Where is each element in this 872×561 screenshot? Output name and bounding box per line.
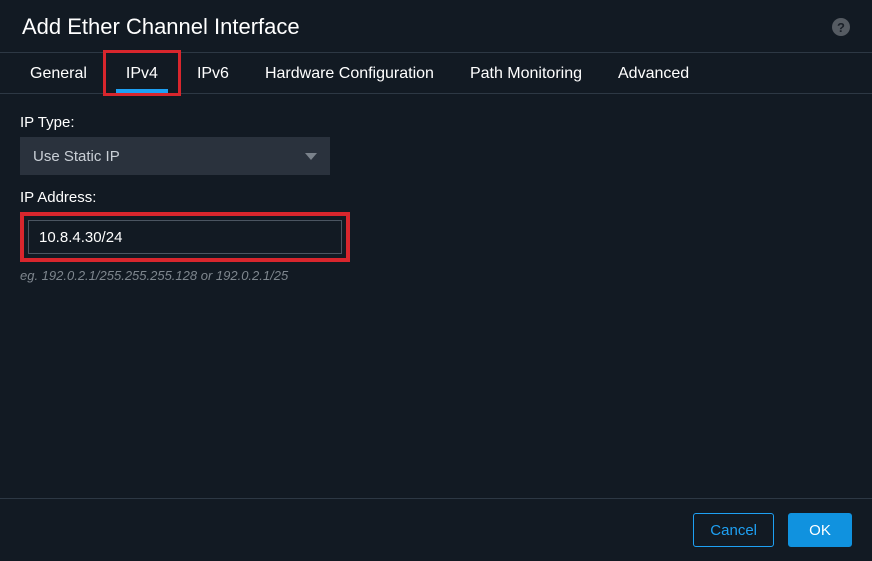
chevron-down-icon bbox=[305, 153, 317, 160]
ip-address-input[interactable] bbox=[28, 220, 342, 254]
dialog: Add Ether Channel Interface ? General IP… bbox=[0, 0, 872, 561]
ip-address-label: IP Address: bbox=[20, 189, 852, 206]
tab-advanced[interactable]: Advanced bbox=[600, 53, 707, 93]
tab-content: IP Type: Use Static IP IP Address: eg. 1… bbox=[0, 94, 872, 498]
tab-bar: General IPv4 IPv6 Hardware Configuration… bbox=[0, 52, 872, 94]
ip-type-value: Use Static IP bbox=[33, 148, 120, 165]
ip-type-select[interactable]: Use Static IP bbox=[20, 137, 330, 175]
field-ip-type: IP Type: Use Static IP bbox=[20, 114, 852, 175]
dialog-header: Add Ether Channel Interface ? bbox=[0, 0, 872, 52]
ip-address-highlight bbox=[20, 212, 350, 262]
dialog-footer: Cancel OK bbox=[0, 498, 872, 561]
tab-general[interactable]: General bbox=[12, 53, 105, 93]
ok-button[interactable]: OK bbox=[788, 513, 852, 547]
ip-type-label: IP Type: bbox=[20, 114, 852, 131]
tab-ipv6[interactable]: IPv6 bbox=[179, 53, 247, 93]
tab-path-monitoring[interactable]: Path Monitoring bbox=[452, 53, 600, 93]
ip-address-hint: eg. 192.0.2.1/255.255.255.128 or 192.0.2… bbox=[20, 268, 852, 283]
tab-hardware-configuration[interactable]: Hardware Configuration bbox=[247, 53, 452, 93]
dialog-title: Add Ether Channel Interface bbox=[22, 14, 300, 40]
cancel-button[interactable]: Cancel bbox=[693, 513, 774, 547]
field-ip-address: IP Address: eg. 192.0.2.1/255.255.255.12… bbox=[20, 189, 852, 283]
tab-ipv4[interactable]: IPv4 bbox=[103, 50, 181, 96]
help-icon[interactable]: ? bbox=[832, 18, 850, 36]
